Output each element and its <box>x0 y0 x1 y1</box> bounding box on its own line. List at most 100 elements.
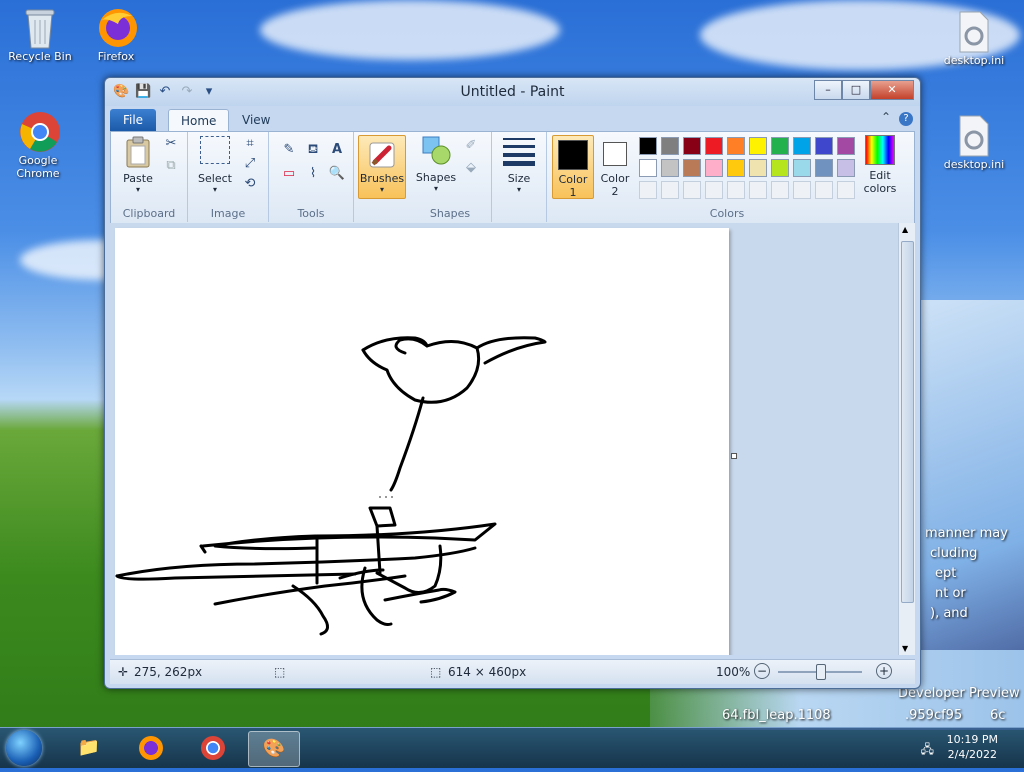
custom-color-slot[interactable] <box>793 181 811 199</box>
watermark-line: .959cf95 <box>905 708 963 723</box>
help-icon[interactable]: ? <box>899 112 913 126</box>
line-width-icon <box>503 136 535 166</box>
palette-swatch[interactable] <box>705 159 723 177</box>
tab-view[interactable]: View <box>230 109 282 131</box>
select-rectangle-icon <box>200 136 230 164</box>
palette-swatch[interactable] <box>683 159 701 177</box>
image-size-icon: ⬚ <box>430 665 442 679</box>
custom-color-slot[interactable] <box>683 181 701 199</box>
palette-swatch[interactable] <box>727 137 745 155</box>
custom-color-slot[interactable] <box>837 181 855 199</box>
settings-file-icon <box>954 10 994 53</box>
palette-swatch[interactable] <box>771 159 789 177</box>
color1-swatch <box>558 140 588 170</box>
color-wheel-icon <box>865 135 895 165</box>
system-clock[interactable]: 10:19 PM 2/4/2022 <box>947 732 998 762</box>
palette-swatch[interactable] <box>771 137 789 155</box>
custom-color-slot[interactable] <box>749 181 767 199</box>
shapes-button[interactable]: Shapes ▾ <box>415 135 457 193</box>
color1-button[interactable]: Color 1 <box>552 135 594 199</box>
cut-icon[interactable]: ✂ <box>161 134 181 154</box>
title-bar[interactable]: 🎨 💾 ↶ ↷ ▾ Untitled - Paint – □ ✕ <box>105 78 920 106</box>
custom-color-slot[interactable] <box>639 181 657 199</box>
pencil-icon[interactable]: ✎ <box>279 140 299 160</box>
watermark-line: ), and <box>930 606 968 621</box>
ribbon-collapse-icon[interactable]: ⌃ <box>881 110 891 124</box>
custom-color-slot[interactable] <box>771 181 789 199</box>
edit-colors-button[interactable]: Edit colors <box>857 135 903 195</box>
desktop-icon-recycle-bin[interactable]: Recycle Bin <box>2 6 78 63</box>
palette-swatch[interactable] <box>815 137 833 155</box>
palette-swatch[interactable] <box>749 159 767 177</box>
cursor-position-icon: ✛ <box>118 665 129 679</box>
size-button[interactable]: Size ▾ <box>498 136 540 194</box>
palette-swatch[interactable] <box>705 137 723 155</box>
eraser-icon[interactable]: ▭ <box>279 164 299 184</box>
color2-button[interactable]: Color 2 <box>595 135 635 198</box>
outline-icon[interactable]: ✐ <box>461 136 481 156</box>
chrome-icon <box>18 110 60 152</box>
watermark-line: manner may <box>925 526 1008 541</box>
desktop-icon-firefox[interactable]: Firefox <box>78 6 154 63</box>
custom-color-slot[interactable] <box>727 181 745 199</box>
taskbar-paint[interactable]: 🎨 <box>248 731 300 767</box>
minimize-button[interactable]: – <box>814 80 842 100</box>
text-icon[interactable]: A <box>327 140 347 160</box>
color-picker-icon[interactable]: ⌇ <box>303 164 323 184</box>
zoom-out-button[interactable]: − <box>754 663 770 679</box>
taskbar-firefox[interactable] <box>126 731 176 765</box>
rotate-icon[interactable]: ⟲ <box>240 174 260 194</box>
custom-color-slot[interactable] <box>661 181 679 199</box>
zoom-in-button[interactable]: + <box>876 663 892 679</box>
palette-swatch[interactable] <box>793 137 811 155</box>
canvas-resize-handle[interactable] <box>731 453 737 459</box>
paste-button[interactable]: Paste ▾ <box>117 136 159 194</box>
network-icon[interactable]: 🖧 <box>921 740 934 761</box>
desktop-icon-desktop-ini-1[interactable]: desktop.ini <box>936 10 1012 67</box>
copy-icon[interactable]: ⧉ <box>161 156 181 176</box>
scroll-up-icon[interactable]: ▲ <box>902 225 908 234</box>
palette-swatch[interactable] <box>639 159 657 177</box>
taskbar-chrome[interactable] <box>188 731 238 765</box>
crop-icon[interactable]: ⌗ <box>240 134 260 154</box>
select-button[interactable]: Select ▾ <box>194 136 236 194</box>
custom-color-slot[interactable] <box>815 181 833 199</box>
palette-swatch[interactable] <box>837 137 855 155</box>
brush-icon <box>367 140 397 170</box>
settings-file-icon <box>954 114 994 157</box>
palette-swatch[interactable] <box>793 159 811 177</box>
ribbon-tabs: File Home View ⌃ ? <box>110 109 915 132</box>
palette-swatch[interactable] <box>683 137 701 155</box>
close-button[interactable]: ✕ <box>870 80 914 100</box>
custom-color-slot[interactable] <box>705 181 723 199</box>
palette-swatch[interactable] <box>661 159 679 177</box>
palette-swatch[interactable] <box>661 137 679 155</box>
canvas-area <box>110 223 900 655</box>
watermark-line: nt or <box>935 586 966 601</box>
palette-swatch[interactable] <box>815 159 833 177</box>
scroll-down-icon[interactable]: ▼ <box>902 644 908 653</box>
palette-swatch[interactable] <box>727 159 745 177</box>
fill-icon[interactable]: ⬙ <box>461 158 481 178</box>
paint-icon: 🎨 <box>262 738 286 759</box>
zoom-slider-thumb[interactable] <box>816 664 826 680</box>
tab-file[interactable]: File <box>110 109 156 131</box>
start-button[interactable] <box>6 730 42 766</box>
palette-swatch[interactable] <box>639 137 657 155</box>
resize-icon[interactable]: ⤢ <box>240 154 260 174</box>
palette-swatch[interactable] <box>837 159 855 177</box>
brushes-button[interactable]: Brushes ▾ <box>358 135 406 199</box>
tab-home[interactable]: Home <box>168 109 230 132</box>
magnifier-icon[interactable]: 🔍 <box>327 164 347 184</box>
maximize-button[interactable]: □ <box>842 80 870 100</box>
desktop-icon-chrome[interactable]: Google Chrome <box>0 110 76 180</box>
scrollbar-thumb[interactable] <box>901 241 914 603</box>
desktop-icon-desktop-ini-2[interactable]: desktop.ini <box>936 114 1012 171</box>
image-size: 614 × 460px <box>448 665 527 679</box>
drawing-canvas[interactable] <box>115 228 729 655</box>
taskbar-explorer[interactable]: 📁 <box>64 731 114 765</box>
palette-swatch[interactable] <box>749 137 767 155</box>
vertical-scrollbar[interactable]: ▲ ▼ <box>898 223 915 655</box>
chrome-icon <box>201 736 225 760</box>
fill-bucket-icon[interactable]: ⛾ <box>303 140 323 160</box>
